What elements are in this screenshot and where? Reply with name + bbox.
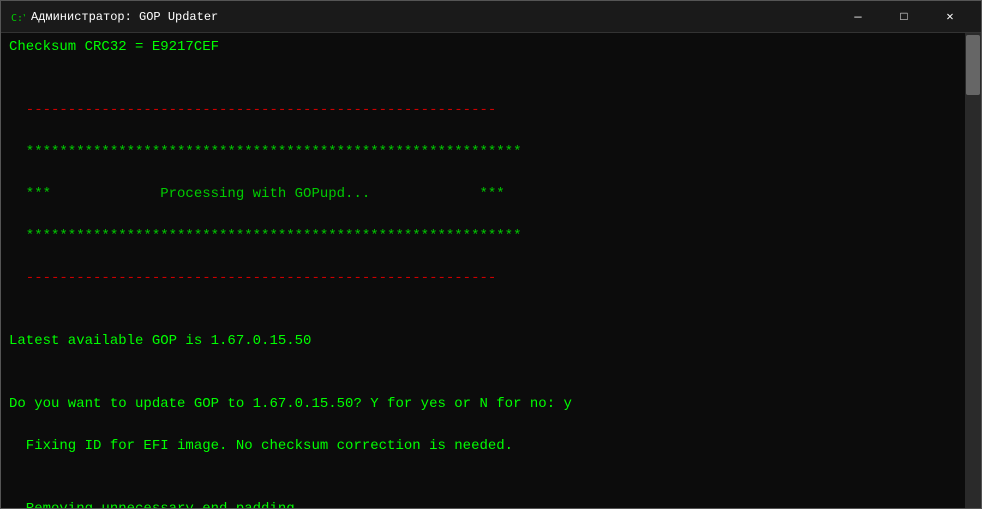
window-title: Администратор: GOP Updater: [31, 10, 835, 24]
maximize-button[interactable]: □: [881, 1, 927, 33]
scrollbar-thumb[interactable]: [966, 35, 980, 95]
terminal-line-checksum: Checksum CRC32 = E9217CEF: [9, 37, 957, 58]
terminal-line-sep-red-1: ----------------------------------------…: [9, 100, 957, 121]
titlebar: C:\ Администратор: GOP Updater — □ ✕: [1, 1, 981, 33]
terminal-line-latest-gop: Latest available GOP is 1.67.0.15.50: [9, 331, 957, 352]
scrollbar[interactable]: [965, 33, 981, 508]
terminal-line-stars-top: ****************************************…: [9, 142, 957, 163]
window: C:\ Администратор: GOP Updater — □ ✕ Che…: [0, 0, 982, 509]
terminal-line-removing: Removing unnecessary end padding.: [9, 499, 957, 508]
close-button[interactable]: ✕: [927, 1, 973, 33]
terminal-line-sep-red-2: ----------------------------------------…: [9, 268, 957, 289]
content-area: Checksum CRC32 = E9217CEF --------------…: [1, 33, 981, 508]
svg-text:C:\: C:\: [11, 13, 25, 24]
terminal-line-fixing-id: Fixing ID for EFI image. No checksum cor…: [9, 436, 957, 457]
terminal-line-update-q: Do you want to update GOP to 1.67.0.15.5…: [9, 394, 957, 415]
window-controls: — □ ✕: [835, 1, 973, 33]
cmd-icon: C:\: [9, 9, 25, 25]
terminal-line-processing: *** Processing with GOPupd... ***: [9, 184, 957, 205]
terminal-line-stars-bot: ****************************************…: [9, 226, 957, 247]
minimize-button[interactable]: —: [835, 1, 881, 33]
terminal-output: Checksum CRC32 = E9217CEF --------------…: [1, 33, 965, 508]
